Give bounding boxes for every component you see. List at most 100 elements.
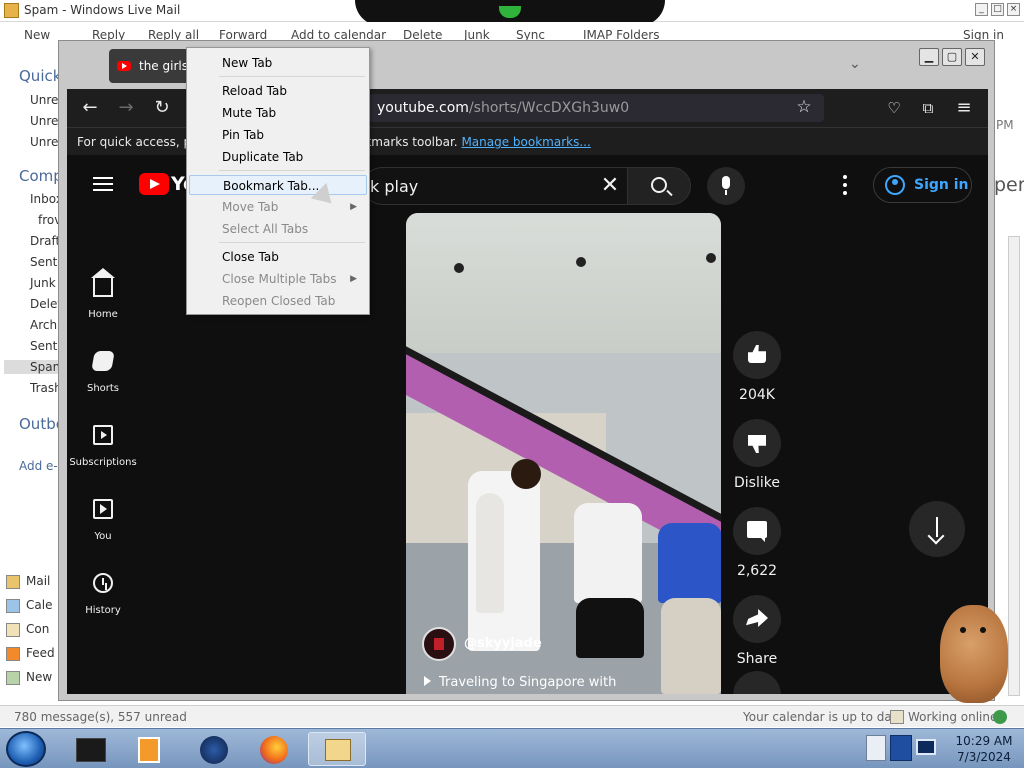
menu-item-new-tab[interactable]: New Tab [189,53,367,73]
calendar-status: Your calendar is up to date [743,710,904,724]
menu-item-select-all-tabs[interactable]: Select All Tabs [189,219,367,239]
menu-item-pin-tab[interactable]: Pin Tab [189,125,367,145]
channel-handle[interactable]: @skyyjade [464,636,542,651]
tray-app-icon[interactable] [866,735,886,761]
youtube-logo-icon[interactable] [139,173,169,195]
maximize-button[interactable]: □ [991,3,1004,16]
folder-item[interactable]: Draft [30,234,60,248]
guide-item-home[interactable]: Home [67,268,139,337]
taskbar-app[interactable] [124,732,176,766]
hamster-desktop-pet[interactable] [940,605,1008,703]
folder-item[interactable]: Junk [30,276,56,290]
contacts-nav[interactable]: Con [6,622,62,642]
voice-search-button[interactable] [707,167,745,205]
newsgroups-nav[interactable]: New [6,670,62,690]
calendar-nav[interactable]: Cale [6,598,62,618]
firefox-icon [260,736,288,764]
account-heading[interactable]: Comp [19,167,63,185]
guide-item-you[interactable]: You [67,499,139,559]
firefox-maximize-button[interactable]: ▢ [942,48,962,66]
sign-in-button[interactable]: Sign in [873,167,972,203]
clock-time: 10:29 AM [955,734,1013,748]
message-count-status: 780 message(s), 557 unread [14,710,187,724]
contacts-nav-label: Con [26,622,50,636]
menu-item-move-tab[interactable]: Move Tab ▶ [189,197,367,217]
feeds-nav[interactable]: Feed [6,646,62,666]
clear-search-icon[interactable]: ✕ [597,173,623,199]
settings-more-icon[interactable] [843,175,847,195]
manage-bookmarks-link[interactable]: Manage bookmarks... [461,135,590,149]
taskbar-windows-live-mail[interactable] [308,732,366,766]
share-button[interactable]: Share [733,595,781,675]
menu-item-duplicate-tab[interactable]: Duplicate Tab [189,147,367,167]
mail-nav[interactable]: Mail [6,574,62,594]
taskbar-firefox[interactable] [248,732,300,766]
like-button[interactable]: 204K [733,331,781,411]
next-video-button[interactable] [909,501,965,557]
menu-hamburger-icon[interactable]: ≡ [953,97,975,119]
minimize-button[interactable]: _ [975,3,988,16]
tab-overflow-chevron-icon[interactable]: ⌄ [849,57,863,71]
search-input[interactable]: k play [363,167,627,205]
start-button-windows-icon[interactable] [6,731,46,767]
forward-arrow-icon[interactable]: → [115,97,137,119]
close-button[interactable]: × [1007,3,1020,16]
folder-item[interactable]: Archi [30,318,60,332]
home-icon [91,268,115,297]
feeds-nav-label: Feed [26,646,55,660]
taskbar-clock[interactable]: 10:29 AM 7/3/2024 [944,733,1024,765]
channel-info[interactable]: @skyyjade [422,627,562,661]
extensions-icon[interactable]: ⧉ [917,97,939,119]
show-desktop-icon[interactable] [916,739,936,755]
url-domain: youtube.com [377,100,469,116]
guide-item-label: Shorts [86,383,120,394]
add-account-link[interactable]: Add e- [19,459,58,473]
shorts-icon [91,351,115,371]
menu-item-label: Move Tab [222,200,279,214]
folder-item-selected[interactable]: Spam [4,360,64,374]
share-icon [746,609,768,627]
firefox-minimize-button[interactable]: ▁ [919,48,939,66]
folder-item[interactable]: Sent [30,255,57,269]
new-button[interactable]: New [24,28,50,42]
taskbar-app[interactable] [66,732,118,766]
quick-views-heading[interactable]: Quick [19,67,61,85]
menu-item-reload-tab[interactable]: Reload Tab [189,81,367,101]
subscriptions-icon [93,425,113,445]
menu-item-close-multiple-tabs[interactable]: Close Multiple Tabs ▶ [189,269,367,289]
pocket-icon[interactable]: ♡ [883,97,905,119]
menu-item-label: Close Multiple Tabs [222,272,337,286]
shorts-video-player[interactable]: @skyyjade Traveling to Singapore with [406,213,721,694]
channel-avatar[interactable] [422,627,456,661]
guide-item-history[interactable]: History [67,573,139,633]
guide-item-label: History [85,605,121,616]
guide-item-subscriptions[interactable]: Subscriptions [67,425,139,485]
reload-icon[interactable]: ↻ [151,97,173,119]
ceiling-light [706,253,716,263]
folder-item[interactable]: Sent [30,339,57,353]
guide-item-shorts[interactable]: Shorts [67,351,139,411]
menu-item-bookmark-tab[interactable]: Bookmark Tab... [189,175,367,195]
taskbar-app[interactable] [188,732,240,766]
youtube-favicon-icon [117,61,131,71]
back-arrow-icon[interactable]: ← [79,97,101,119]
rss-icon [6,646,20,661]
dancer-figure [511,459,541,489]
tray-app-icon[interactable] [890,735,912,761]
comment-count: 2,622 [736,563,778,579]
url-bar[interactable]: youtube.com/shorts/WccDXGh3uw0 ☆ [369,94,824,122]
dislike-button[interactable]: Dislike [733,419,781,499]
video-title[interactable]: Traveling to Singapore with [424,675,714,690]
guide-menu-icon[interactable] [93,177,113,191]
folder-item[interactable]: Trash [30,381,62,395]
clock-date: 7/3/2024 [957,750,1011,764]
comments-button[interactable]: 2,622 [733,507,781,587]
search-button[interactable] [627,167,691,205]
menu-item-close-tab[interactable]: Close Tab [189,247,367,267]
thumbs-down-icon [748,435,766,453]
menu-item-mute-tab[interactable]: Mute Tab [189,103,367,123]
menu-item-reopen-closed-tab[interactable]: Reopen Closed Tab [189,291,367,311]
reading-pane-scrollbar[interactable] [1008,236,1020,696]
firefox-close-button[interactable]: ✕ [965,48,985,66]
bookmark-star-icon[interactable]: ☆ [793,96,815,118]
